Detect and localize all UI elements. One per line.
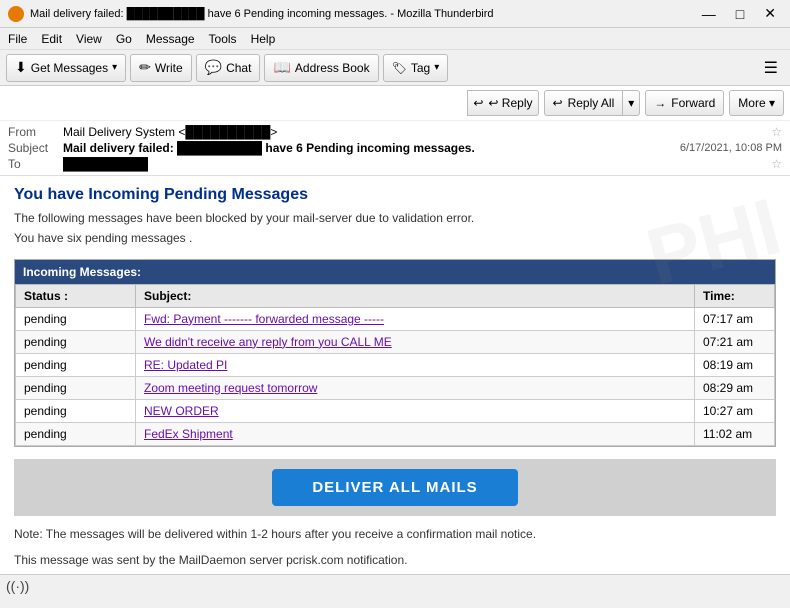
email-header-area: ↩ ↩ Reply ↩ Reply All ▾ → Forward More ▾… bbox=[0, 86, 790, 176]
to-value: ██████████ bbox=[63, 157, 767, 171]
from-star-icon[interactable]: ☆ bbox=[771, 125, 782, 139]
cell-subject[interactable]: FedEx Shipment bbox=[136, 422, 695, 445]
col-header-time: Time: bbox=[695, 284, 775, 307]
status-bar: ((·)) bbox=[0, 574, 790, 596]
cell-time: 08:29 am bbox=[695, 376, 775, 399]
col-header-subject: Subject: bbox=[136, 284, 695, 307]
menu-edit[interactable]: Edit bbox=[41, 32, 62, 46]
cell-status: pending bbox=[16, 399, 136, 422]
cell-status: pending bbox=[16, 422, 136, 445]
intro-text-1: The following messages have been blocked… bbox=[14, 210, 776, 227]
window-title: Mail delivery failed: ██████████ have 6 … bbox=[30, 8, 494, 20]
cell-subject[interactable]: We didn't receive any reply from you CAL… bbox=[136, 330, 695, 353]
note-text-2: This message was sent by the MailDaemon … bbox=[14, 552, 776, 569]
more-button[interactable]: More ▾ bbox=[729, 90, 784, 116]
get-messages-dropdown-icon[interactable]: ▾ bbox=[112, 62, 117, 73]
deliver-all-mails-button[interactable]: DELIVER ALL MAILS bbox=[272, 469, 517, 506]
table-row: pending Fwd: Payment ------- forwarded m… bbox=[16, 307, 775, 330]
close-button[interactable]: ✕ bbox=[758, 3, 782, 24]
menu-file[interactable]: File bbox=[8, 32, 27, 46]
cell-status: pending bbox=[16, 330, 136, 353]
cell-subject[interactable]: Zoom meeting request tomorrow bbox=[136, 376, 695, 399]
cell-time: 08:19 am bbox=[695, 353, 775, 376]
deliver-button-row: DELIVER ALL MAILS bbox=[14, 459, 776, 516]
cell-subject[interactable]: Fwd: Payment ------- forwarded message -… bbox=[136, 307, 695, 330]
download-icon: ⬇ bbox=[15, 59, 27, 76]
chat-icon: 💬 bbox=[205, 59, 222, 76]
reply-button-group: ↩ ↩ Reply bbox=[467, 90, 538, 116]
wifi-icon: ((·)) bbox=[6, 578, 29, 594]
title-bar-left: Mail delivery failed: ██████████ have 6 … bbox=[8, 6, 494, 22]
email-body: PHI You have Incoming Pending Messages T… bbox=[0, 176, 790, 574]
note-text-1: Note: The messages will be delivered wit… bbox=[14, 526, 776, 543]
email-action-bar: ↩ ↩ Reply ↩ Reply All ▾ → Forward More ▾ bbox=[0, 86, 790, 121]
messages-table-container: Incoming Messages: Status : Subject: Tim… bbox=[14, 259, 776, 447]
menu-help[interactable]: Help bbox=[251, 32, 276, 46]
tag-icon: 🏷 bbox=[392, 61, 407, 75]
address-book-button[interactable]: 📖 Address Book bbox=[264, 54, 378, 82]
menu-message[interactable]: Message bbox=[146, 32, 195, 46]
to-label: To bbox=[8, 157, 63, 171]
cell-status: pending bbox=[16, 307, 136, 330]
cell-subject[interactable]: RE: Updated PI bbox=[136, 353, 695, 376]
minimize-button[interactable]: — bbox=[696, 3, 722, 24]
hamburger-menu-button[interactable]: ☰ bbox=[758, 55, 784, 81]
from-label: From bbox=[8, 125, 63, 139]
reply-all-button[interactable]: ↩ Reply All bbox=[544, 90, 623, 116]
reply-icon: ↩ bbox=[473, 96, 483, 110]
subject-value: Mail delivery failed: ██████████ have 6 … bbox=[63, 141, 672, 155]
write-button[interactable]: ✏ Write bbox=[130, 54, 192, 82]
cell-status: pending bbox=[16, 376, 136, 399]
email-fields: From Mail Delivery System <██████████> ☆… bbox=[0, 121, 790, 175]
cell-time: 10:27 am bbox=[695, 399, 775, 422]
messages-table: Status : Subject: Time: pending Fwd: Pay… bbox=[15, 284, 775, 446]
table-row: pending RE: Updated PI 08:19 am bbox=[16, 353, 775, 376]
table-row: pending Zoom meeting request tomorrow 08… bbox=[16, 376, 775, 399]
col-header-status: Status : bbox=[16, 284, 136, 307]
from-field-row: From Mail Delivery System <██████████> ☆ bbox=[8, 125, 782, 139]
cell-status: pending bbox=[16, 353, 136, 376]
to-field-row: To ██████████ ☆ bbox=[8, 157, 782, 171]
reply-all-icon: ↩ bbox=[553, 96, 563, 110]
forward-button[interactable]: → Forward bbox=[645, 90, 724, 116]
menu-bar: File Edit View Go Message Tools Help bbox=[0, 28, 790, 50]
email-heading: You have Incoming Pending Messages bbox=[14, 186, 776, 204]
table-row: pending NEW ORDER 10:27 am bbox=[16, 399, 775, 422]
restore-button[interactable]: □ bbox=[730, 3, 750, 24]
menu-view[interactable]: View bbox=[76, 32, 102, 46]
menu-go[interactable]: Go bbox=[116, 32, 132, 46]
from-value: Mail Delivery System <██████████> bbox=[63, 125, 767, 139]
menu-tools[interactable]: Tools bbox=[209, 32, 237, 46]
title-bar: Mail delivery failed: ██████████ have 6 … bbox=[0, 0, 790, 28]
chat-button[interactable]: 💬 Chat bbox=[196, 54, 261, 82]
pencil-icon: ✏ bbox=[139, 59, 151, 76]
email-date: 6/17/2021, 10:08 PM bbox=[672, 142, 782, 154]
forward-icon: → bbox=[654, 96, 666, 110]
window-controls: — □ ✕ bbox=[696, 3, 782, 24]
intro-text-2: You have six pending messages . bbox=[14, 230, 776, 247]
toolbar: ⬇ Get Messages ▾ ✏ Write 💬 Chat 📖 Addres… bbox=[0, 50, 790, 86]
get-messages-button[interactable]: ⬇ Get Messages ▾ bbox=[6, 54, 126, 82]
table-row: pending FedEx Shipment 11:02 am bbox=[16, 422, 775, 445]
table-row: pending We didn't receive any reply from… bbox=[16, 330, 775, 353]
tag-button[interactable]: 🏷 Tag ▾ bbox=[383, 54, 449, 82]
book-icon: 📖 bbox=[273, 59, 290, 76]
reply-button[interactable]: ↩ ↩ Reply bbox=[467, 90, 538, 116]
to-star-icon[interactable]: ☆ bbox=[771, 157, 782, 171]
cell-time: 07:17 am bbox=[695, 307, 775, 330]
cell-time: 07:21 am bbox=[695, 330, 775, 353]
app-icon bbox=[8, 6, 24, 22]
subject-field-row: Subject Mail delivery failed: ██████████… bbox=[8, 141, 782, 155]
table-header-row: Status : Subject: Time: bbox=[16, 284, 775, 307]
reply-all-dropdown-button[interactable]: ▾ bbox=[622, 90, 640, 116]
table-header-label: Incoming Messages: bbox=[15, 260, 775, 284]
cell-time: 11:02 am bbox=[695, 422, 775, 445]
reply-all-button-group: ↩ Reply All ▾ bbox=[544, 90, 641, 116]
cell-subject[interactable]: NEW ORDER bbox=[136, 399, 695, 422]
subject-label: Subject bbox=[8, 141, 63, 155]
